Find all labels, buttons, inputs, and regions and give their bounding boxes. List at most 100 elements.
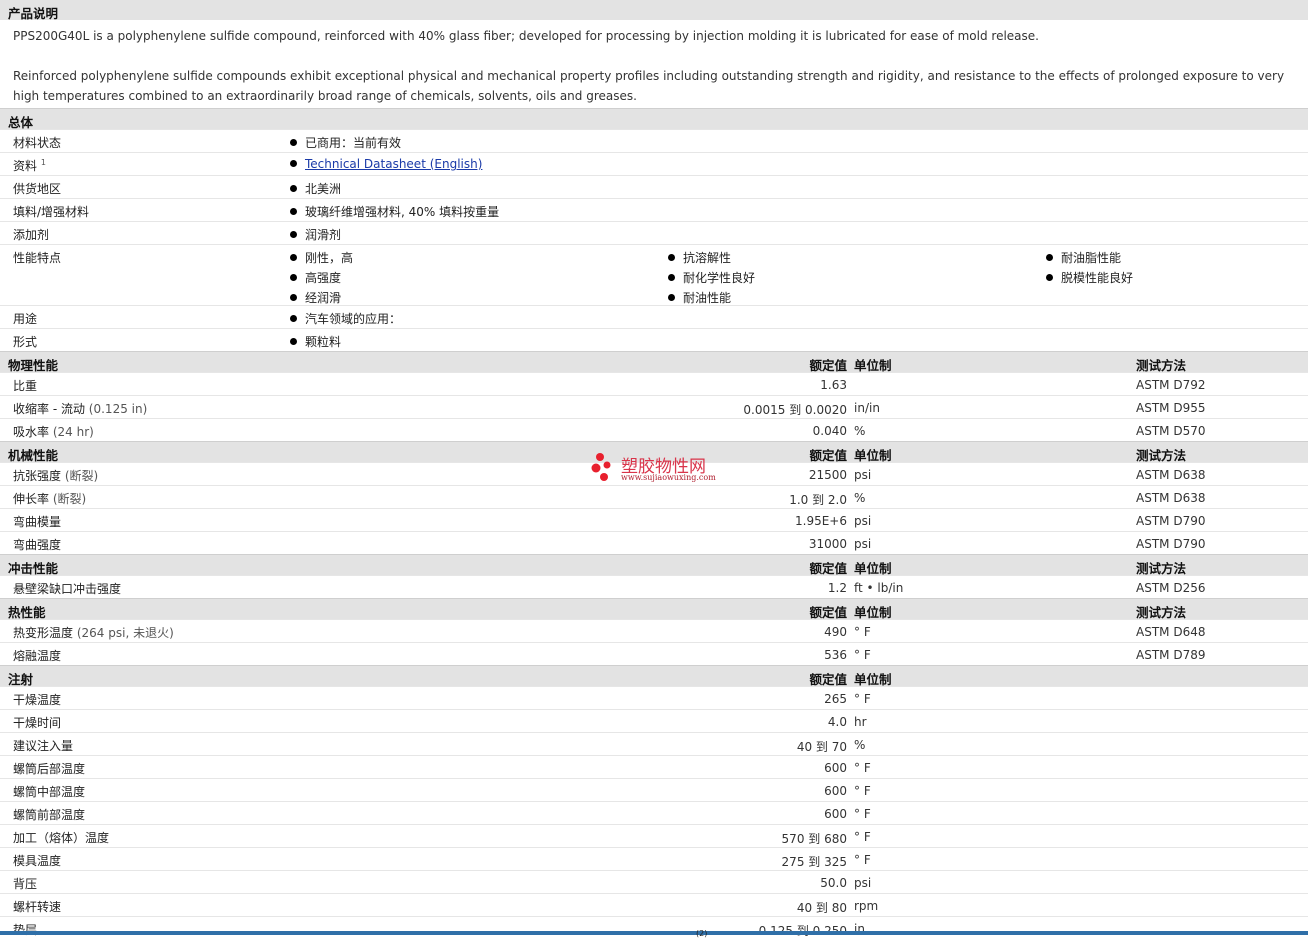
property-label: 形式	[13, 335, 38, 349]
label-text: 模具温度	[13, 854, 62, 868]
property-row: 螺筒前部温度 600 ° F	[0, 801, 1308, 824]
property-unit: psi	[854, 468, 872, 482]
thermal-rows: 热变形温度 (264 psi, 未退火) 490 ° F ASTM D648 熔融温度 5…	[0, 619, 1308, 665]
property-value: 1.2	[827, 581, 847, 595]
bullet-text: 耐化学性良好	[683, 271, 756, 285]
property-value: 600	[824, 784, 847, 798]
property-row-form: 形式 颗粒料	[0, 328, 1308, 351]
property-label: 资料 1	[13, 157, 46, 174]
property-value: 1.0 到 2.0	[789, 493, 847, 507]
property-row: 螺筒中部温度 600 ° F	[0, 778, 1308, 801]
property-row: 干燥温度 265 ° F	[0, 686, 1308, 709]
bullet-icon	[290, 231, 297, 238]
property-row-region: 供货地区 北美洲	[0, 175, 1308, 198]
section-header-general: 总体	[0, 108, 1308, 130]
property-label: 背压	[13, 875, 37, 892]
property-value: 600	[824, 761, 847, 775]
property-row: 比重 1.63 ASTM D792	[0, 372, 1308, 395]
property-label: 伸长率 (断裂)	[13, 490, 86, 507]
property-value: 31000	[808, 537, 847, 551]
property-label: 用途	[13, 312, 38, 326]
datasheet-link[interactable]: Technical Datasheet (English)	[305, 157, 482, 171]
property-label: 性能特点	[13, 251, 62, 265]
property-label: 吸水率 (24 hr)	[13, 423, 94, 440]
property-row: 弯曲模量 1.95E+6 psi ASTM D790	[0, 508, 1308, 531]
bullet-icon	[290, 338, 297, 345]
property-label: 悬壁梁缺口冲击强度	[13, 580, 121, 597]
bullet-icon	[290, 208, 297, 215]
property-label: 螺筒前部温度	[13, 806, 85, 823]
section-header-description: 产品说明	[0, 0, 1308, 21]
property-row: 熔融温度 536 ° F ASTM D789	[0, 642, 1308, 665]
test-method: ASTM D638	[1136, 468, 1206, 482]
bullet-text: 耐油脂性能	[1061, 251, 1122, 265]
bullet-text: 高强度	[305, 271, 342, 285]
label-text: 悬壁梁缺口冲击强度	[13, 582, 122, 596]
injection-rows: 干燥温度 265 ° F 干燥时间 4.0 hr 建议注入量 40 到 70% 螺筒后部温度 60…	[0, 686, 1308, 939]
bullet-icon	[1046, 254, 1053, 261]
section-header-injection: 注射 额定值 单位制	[0, 665, 1308, 687]
bullet-item: 汽车领域的应用：	[290, 310, 401, 327]
bullet-item: Technical Datasheet (English)	[290, 157, 482, 171]
property-row: 建议注入量 40 到 70%	[0, 732, 1308, 755]
bullet-text: 汽车领域的应用：	[305, 312, 402, 326]
physical-rows: 比重 1.63 ASTM D792 收缩率 - 流动 (0.125 in) 0.0015…	[0, 372, 1308, 441]
label-text: 建议注入量	[13, 739, 74, 753]
property-row-documents: 资料 1 Technical Datasheet (English)	[0, 152, 1308, 175]
bullet-text: 抗溶解性	[683, 251, 732, 265]
bullet-icon	[290, 274, 297, 281]
property-label: 干燥时间	[13, 714, 61, 731]
bullet-icon	[1046, 274, 1053, 281]
bullet-icon	[290, 185, 297, 192]
property-unit: ° F	[854, 830, 871, 844]
label-text: 收缩率 - 流动	[13, 402, 85, 416]
section-header-impact: 冲击性能 额定值 单位制 测试方法	[0, 554, 1308, 576]
property-unit: psi	[854, 514, 872, 528]
property-label: 干燥温度	[13, 691, 61, 708]
property-row: 加工（熔体）温度 570 到 680 ° F	[0, 824, 1308, 847]
property-unit: %	[854, 424, 866, 438]
property-value: 490	[824, 625, 847, 639]
bullet-item: 脱模性能良好	[1046, 269, 1133, 286]
section-header-thermal: 热性能 额定值 单位制 测试方法	[0, 598, 1308, 620]
property-label: 热变形温度 (264 psi, 未退火)	[13, 624, 174, 641]
property-value: 0.040	[812, 424, 847, 438]
bullet-icon	[290, 160, 297, 167]
bullet-item: 抗溶解性	[668, 249, 731, 266]
label-text: 弯曲强度	[13, 538, 62, 552]
property-label: 螺筒中部温度	[13, 783, 85, 800]
property-label: 螺杆转速	[13, 898, 61, 915]
property-row-use: 用途 汽车领域的应用：	[0, 305, 1308, 328]
property-unit: ft • lb/in	[854, 581, 904, 595]
property-label: 模具温度	[13, 852, 61, 869]
label-text: 加工（熔体）温度	[13, 831, 110, 845]
property-label: 供货地区	[13, 182, 62, 196]
property-value: 275 到 325	[781, 855, 847, 869]
test-method: ASTM D570	[1136, 424, 1206, 438]
bullet-text: 已商用：当前有效	[305, 136, 402, 150]
bullet-icon	[290, 315, 297, 322]
bullet-item: 耐化学性良好	[668, 269, 755, 286]
property-label: 弯曲模量	[13, 513, 61, 530]
impact-rows: 悬壁梁缺口冲击强度 1.2 ft • lb/in ASTM D256	[0, 575, 1308, 598]
property-row: 弯曲强度 31000 psi ASTM D790	[0, 531, 1308, 554]
condition-text: (264 psi, 未退火)	[76, 626, 174, 640]
label-text: 熔融温度	[13, 649, 62, 663]
label-text: 干燥温度	[13, 693, 62, 707]
bullet-text: 北美洲	[305, 182, 342, 196]
test-method: ASTM D256	[1136, 581, 1206, 595]
property-value: 536	[824, 648, 847, 662]
property-label: 加工（熔体）温度	[13, 829, 109, 846]
property-unit: ° F	[854, 692, 871, 706]
property-label: 抗张强度 (断裂)	[13, 467, 98, 484]
section-title: 产品说明	[8, 6, 59, 21]
bullet-icon	[668, 294, 675, 301]
label-text: 螺筒中部温度	[13, 785, 86, 799]
property-label: 熔融温度	[13, 647, 61, 664]
label-text: 螺筒后部温度	[13, 762, 86, 776]
property-row: 伸长率 (断裂) 1.0 到 2.0% ASTM D638	[0, 485, 1308, 508]
bullet-item: 耐油脂性能	[1046, 249, 1121, 266]
property-row: 垫层0.125 到 0.250in	[0, 916, 1308, 939]
property-unit: %	[854, 491, 866, 505]
product-description: PPS200G40L is a polyphenylene sulfide co…	[0, 20, 1308, 108]
